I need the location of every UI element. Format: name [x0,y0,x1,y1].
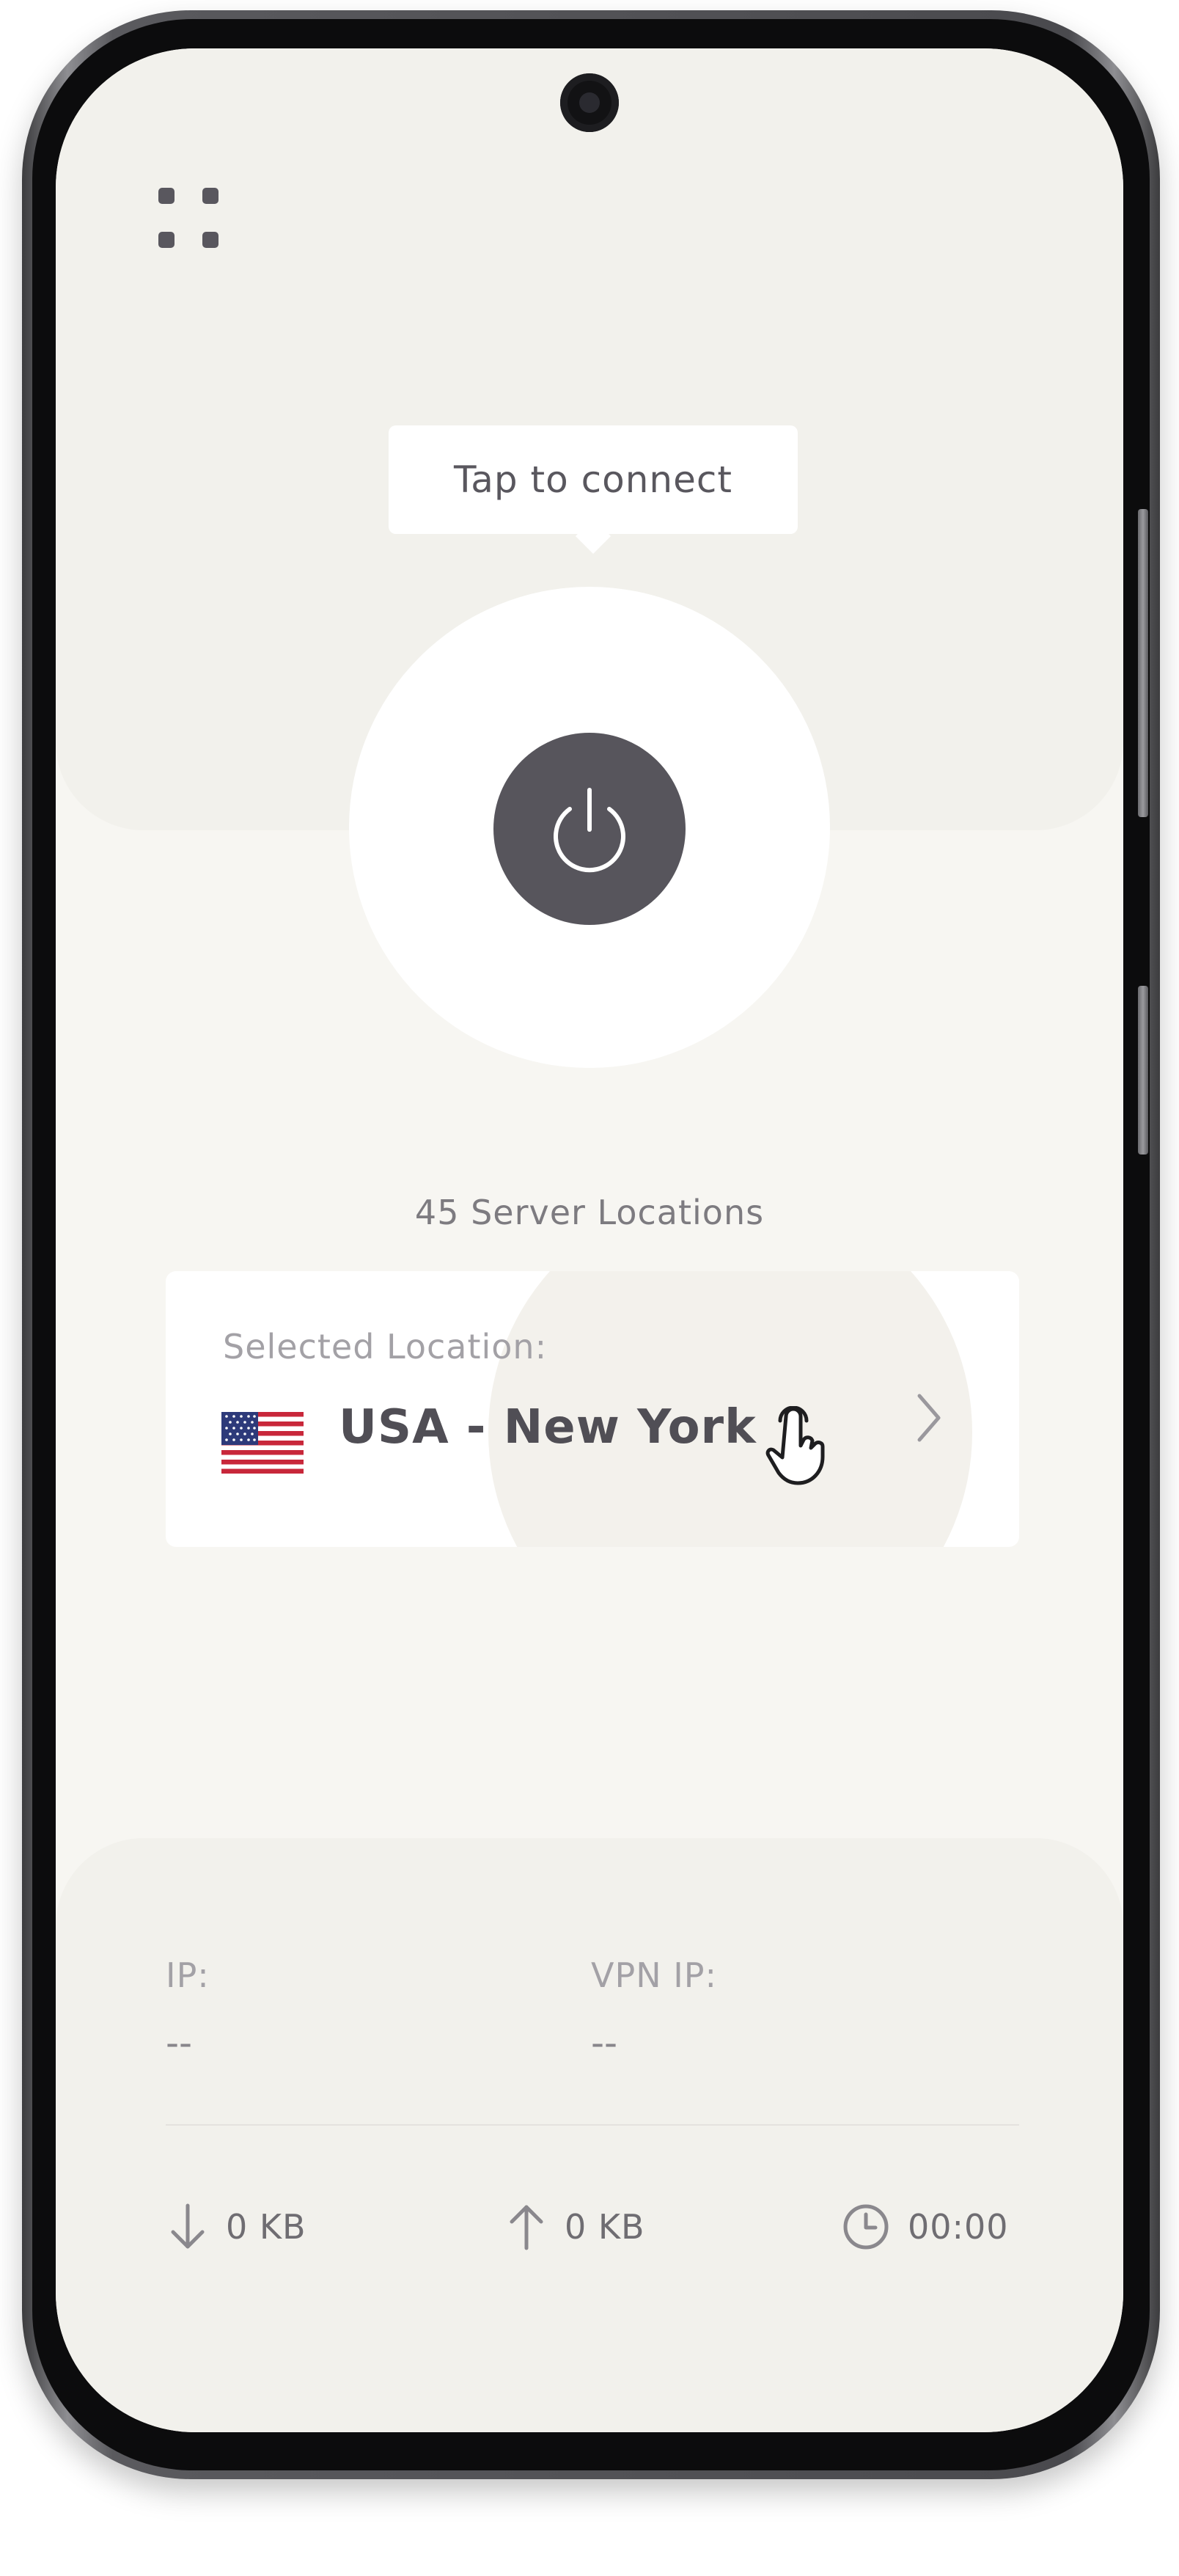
volume-side-button [1138,986,1148,1155]
grid-four-dots-icon [158,188,175,204]
download-stat: 0 KB [166,2198,306,2256]
selected-location-card[interactable]: Selected Location: USA - New York [166,1271,1019,1547]
grid-dot [202,232,218,248]
power-side-button [1138,509,1148,817]
tap-hand-icon [765,1406,825,1485]
vpn-ip-value: -- [591,2021,618,2064]
vpn-ip-label: VPN IP: [591,1955,718,1995]
upload-value: 0 KB [565,2207,645,2247]
duration-value: 00:00 [908,2207,1009,2247]
app-screen: Tap to connect 45 Server Locations Selec… [56,48,1123,2432]
arrow-down-icon [171,2203,205,2249]
upload-stat: 0 KB [504,2198,645,2256]
menu-button[interactable] [158,188,239,268]
download-value: 0 KB [226,2207,306,2247]
connection-stats-panel [56,1838,1123,2432]
arrow-up-icon [510,2205,543,2250]
clock-icon [843,2204,889,2250]
usa-flag-icon [221,1412,304,1474]
chevron-right-icon [917,1394,941,1442]
front-camera [560,73,619,132]
connect-power-button[interactable] [493,733,686,925]
ip-label: IP: [166,1955,210,1995]
server-count: 45 Server Locations [414,1193,765,1232]
selected-location-label: Selected Location: [223,1327,548,1366]
power-icon [554,788,625,873]
ip-value: -- [166,2021,193,2064]
grid-dot [158,232,175,248]
stats-divider [166,2124,1019,2126]
selected-location-name: USA - New York [339,1400,757,1455]
duration-stat: 00:00 [840,2198,1009,2256]
connect-tooltip: Tap to connect [389,425,798,534]
grid-dot [202,188,218,204]
connect-tooltip-text: Tap to connect [454,458,732,501]
